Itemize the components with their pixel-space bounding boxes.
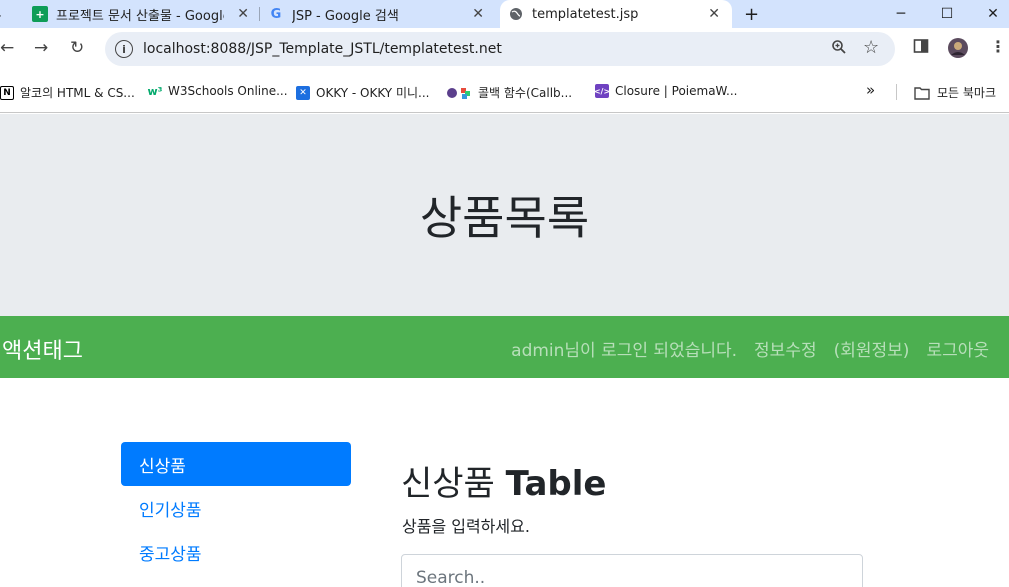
more-bookmarks-button[interactable]: »: [866, 81, 875, 99]
menu-icon[interactable]: ⋮: [990, 37, 1006, 56]
globe-icon: [508, 6, 524, 22]
site-info-icon[interactable]: i: [115, 40, 133, 58]
notion-icon: N: [0, 85, 14, 100]
bookmark-item[interactable]: 콜백 함수(Callb...: [446, 84, 572, 101]
web-page: 상품목록 액션태그 admin님이 로그인 되었습니다. 정보수정 (회원정보)…: [0, 114, 1009, 587]
bookmark-label: 모든 북마크: [937, 86, 997, 100]
tab-title: templatetest.jsp: [532, 6, 639, 22]
bookmarks-bar: N 알코의 HTML & CS... w³ W3Schools Online..…: [0, 72, 1009, 113]
w3schools-icon: w³: [147, 84, 163, 98]
bookmark-label: Closure | PoiemaW...: [615, 84, 738, 98]
tab-2[interactable]: G JSP - Google 검색 ✕: [268, 0, 496, 28]
tab-search-button[interactable]: ⌄: [0, 0, 10, 28]
bookmark-item[interactable]: N 알코의 HTML & CS...: [0, 84, 135, 101]
profile-avatar[interactable]: [947, 37, 969, 64]
sidebar-item-popular-products[interactable]: 인기상품: [121, 486, 351, 530]
zoom-icon[interactable]: [831, 39, 847, 59]
minimize-icon[interactable]: ─: [878, 0, 924, 28]
back-icon[interactable]: ←: [0, 38, 14, 58]
url-text[interactable]: localhost:8088/JSP_Template_JSTL/templat…: [143, 41, 502, 57]
bookmark-label: W3Schools Online...: [168, 84, 288, 98]
tab-title: 프로젝트 문서 산출물 - Google: [56, 8, 224, 24]
browser-toolbar: ← → ↻ i localhost:8088/JSP_Template_JSTL…: [0, 28, 1009, 72]
sidebar-menu: 신상품 인기상품 중고상품: [121, 442, 351, 574]
okky-icon: ✕: [296, 85, 310, 100]
sidebar-item-used-products[interactable]: 중고상품: [121, 530, 351, 574]
member-info-link[interactable]: (회원정보): [834, 336, 910, 361]
tab-divider: [259, 7, 260, 21]
login-status-text: admin님이 로그인 되었습니다.: [511, 341, 738, 361]
tab-1[interactable]: + 프로젝트 문서 산출물 - Google ✕: [32, 0, 257, 28]
close-icon[interactable]: ✕: [472, 6, 484, 22]
tab-strip: ⌄ + 프로젝트 문서 산출물 - Google ✕ G JSP - Googl…: [0, 0, 1009, 28]
bookmark-item[interactable]: </> Closure | PoiemaW...: [594, 84, 738, 98]
folder-icon: [913, 86, 931, 100]
sidebar-item-new-products[interactable]: 신상품: [121, 442, 351, 486]
sheets-icon: +: [32, 6, 48, 22]
side-panel-icon[interactable]: [913, 38, 929, 59]
bookmark-item[interactable]: w³ W3Schools Online...: [148, 84, 288, 98]
bookmark-label: 콜백 함수(Callb...: [478, 86, 573, 100]
heading-prefix: 신상품: [401, 464, 506, 504]
bookmark-icon: [446, 86, 472, 100]
tab-title: JSP - Google 검색: [292, 8, 399, 24]
reload-icon[interactable]: ↻: [70, 38, 84, 58]
section-heading: 신상품 Table: [401, 456, 871, 505]
site-navbar: 액션태그 admin님이 로그인 되었습니다. 정보수정 (회원정보) 로그아웃: [0, 316, 1009, 378]
code-icon: </>: [594, 84, 610, 98]
star-icon[interactable]: ☆: [863, 37, 879, 58]
page-title: 상품목록: [419, 191, 590, 245]
google-icon: G: [270, 6, 282, 22]
tab-3-active[interactable]: templatetest.jsp ✕: [500, 0, 732, 28]
bookmark-item[interactable]: ✕ OKKY - OKKY 미니...: [296, 84, 429, 101]
bookmark-label: OKKY - OKKY 미니...: [316, 86, 430, 100]
close-icon[interactable]: ✕: [237, 6, 249, 22]
heading-bold: Table: [505, 464, 607, 504]
bookmark-divider: [896, 84, 897, 100]
address-bar[interactable]: i localhost:8088/JSP_Template_JSTL/templ…: [105, 32, 895, 66]
navbar-links: admin님이 로그인 되었습니다. 정보수정 (회원정보) 로그아웃: [494, 336, 989, 361]
main-content: 신상품 Table 상품을 입력하세요.: [401, 456, 871, 587]
edit-info-link[interactable]: 정보수정: [754, 336, 817, 361]
bookmark-label: 알코의 HTML & CS...: [20, 86, 135, 100]
jumbotron: 상품목록: [0, 114, 1009, 316]
navbar-brand[interactable]: 액션태그: [2, 333, 83, 365]
maximize-icon[interactable]: ☐: [924, 0, 970, 28]
close-window-icon[interactable]: ✕: [970, 0, 1009, 28]
logout-link[interactable]: 로그아웃: [926, 336, 989, 361]
search-input[interactable]: [401, 554, 863, 587]
new-tab-button[interactable]: +: [744, 0, 760, 28]
forward-icon[interactable]: →: [34, 38, 48, 58]
section-description: 상품을 입력하세요.: [402, 517, 530, 536]
all-bookmarks-button[interactable]: 모든 북마크: [913, 84, 996, 101]
close-icon[interactable]: ✕: [708, 6, 720, 22]
